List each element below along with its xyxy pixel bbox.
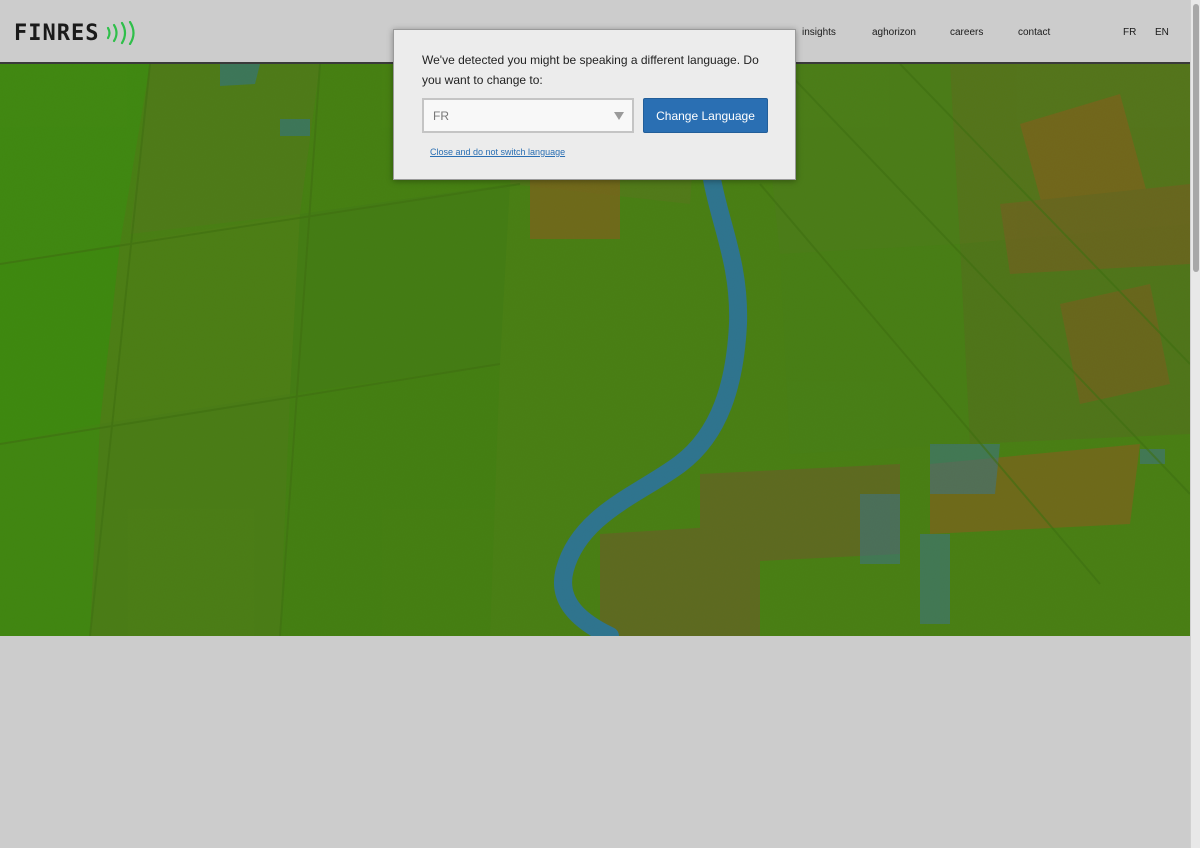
language-select-value: FR — [433, 109, 449, 123]
nav-insights[interactable]: insights — [802, 27, 836, 38]
lang-fr-link[interactable]: FR — [1123, 27, 1136, 38]
nav-contact[interactable]: contact — [1018, 27, 1050, 38]
language-switch-modal: We've detected you might be speaking a d… — [393, 29, 796, 180]
close-no-switch-link[interactable]: Close and do not switch language — [430, 147, 565, 157]
logo[interactable]: FINRES — [14, 18, 137, 48]
dropdown-arrow-icon — [614, 112, 624, 120]
nav-careers[interactable]: careers — [950, 27, 983, 38]
lang-en-link[interactable]: EN — [1155, 27, 1169, 38]
language-detect-message: We've detected you might be speaking a d… — [422, 53, 759, 87]
page-scrollbar[interactable] — [1190, 0, 1200, 848]
language-select[interactable]: FR — [422, 98, 634, 133]
signal-waves-icon — [105, 21, 137, 45]
scrollbar-thumb[interactable] — [1193, 4, 1199, 272]
nav-aghorizon[interactable]: aghorizon — [872, 27, 916, 38]
change-language-button[interactable]: Change Language — [643, 98, 768, 133]
page: FINRES insights aghorizon careers contac… — [0, 0, 1200, 848]
logo-text: FINRES — [14, 20, 100, 46]
